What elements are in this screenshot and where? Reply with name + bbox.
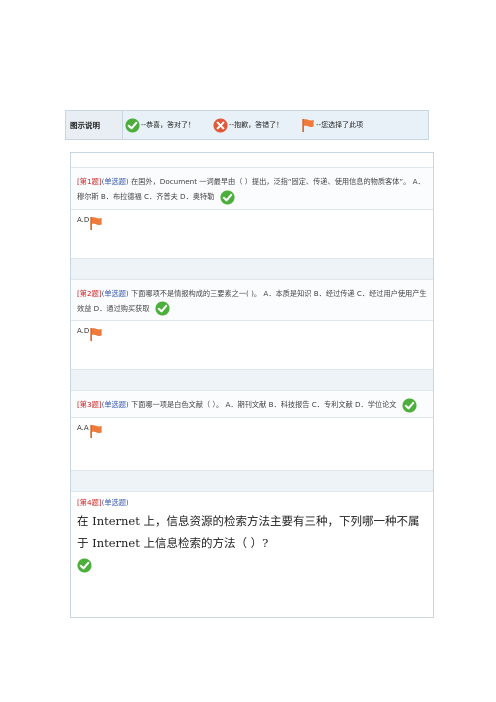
legend-chosen: --您选择了此项 [301, 118, 363, 133]
flag-icon [302, 118, 314, 132]
question-2: [第2题](单选题) 下面哪项不是情报构成的三要素之一( )。 A．本质是知识 … [71, 279, 433, 320]
legend-items: --恭喜，答对了！ --抱歉，答错了！ --您选择了此项 [123, 111, 428, 139]
answer-text: A.A [77, 423, 89, 432]
question-number: [第3题] [77, 400, 102, 409]
question-4: [第4题](单选题) [71, 492, 433, 508]
legend-correct-text: --恭喜，答对了！ [141, 121, 196, 129]
answer-3: A.A [71, 416, 433, 470]
flag-icon [90, 327, 102, 342]
question-number: [第2题] [77, 288, 102, 298]
check-circle-icon [402, 397, 417, 413]
legend-correct: --恭喜，答对了！ [125, 117, 196, 133]
legend-title: 图示说明 [66, 111, 123, 139]
answer-1: A.D [71, 208, 433, 258]
check-circle-icon [125, 117, 140, 133]
question-number: [第4题] [77, 497, 102, 507]
x-circle-icon [213, 117, 228, 133]
answer-2: A.D [71, 320, 433, 369]
question-text: 在国外，Document 一词最早由（ ）提出，泛指“固定、传递、使用信息的物质… [77, 177, 425, 201]
legend-box: 图示说明 --恭喜，答对了！ --抱歉，答错了！ --您选择了此项 [65, 110, 429, 140]
question-3: [第3题](单选题) 下面哪一项是白色文献（ ）。 A．期刊文献 B．科技报告 … [71, 391, 433, 417]
question-type: (单选题) [101, 177, 129, 186]
legend-wrong-text: --抱歉，答错了！ [229, 121, 284, 129]
question-number: [第1题] [77, 177, 102, 186]
question-type: (单选题) [101, 288, 129, 298]
answer-text: A.D [77, 327, 90, 335]
question-separator [71, 257, 433, 280]
question-text: 在 Internet 上，信息资源的检索方法主要有三种，下列哪一种不属于 Int… [77, 513, 420, 550]
question-4-result [71, 554, 433, 581]
question-separator [71, 369, 433, 391]
check-circle-icon [220, 189, 235, 205]
legend-wrong: --抱歉，答错了！ [213, 117, 284, 133]
answer-text: A.D [77, 215, 90, 224]
question-separator [71, 469, 433, 492]
check-circle-icon [155, 301, 170, 316]
question-text: 下面哪项不是情报构成的三要素之一( )。 A．本质是知识 B．经过传递 C．经过… [77, 288, 427, 313]
check-circle-icon [77, 557, 92, 573]
question-1: [第1题](单选题) 在国外，Document 一词最早由（ ）提出，泛指“固定… [71, 168, 433, 209]
question-type: (单选题) [101, 497, 129, 507]
question-text: 下面哪一项是白色文献（ ）。 A．期刊文献 B．科技报告 C．专利文献 D．学位… [131, 400, 397, 409]
top-spacer [71, 153, 433, 168]
flag-icon [90, 424, 102, 438]
flag-icon [90, 216, 102, 230]
question-list: [第1题](单选题) 在国外，Document 一词最早由（ ）提出，泛指“固定… [70, 152, 434, 618]
legend-chosen-text: --您选择了此项 [316, 121, 364, 129]
question-type: (单选题) [101, 400, 129, 409]
